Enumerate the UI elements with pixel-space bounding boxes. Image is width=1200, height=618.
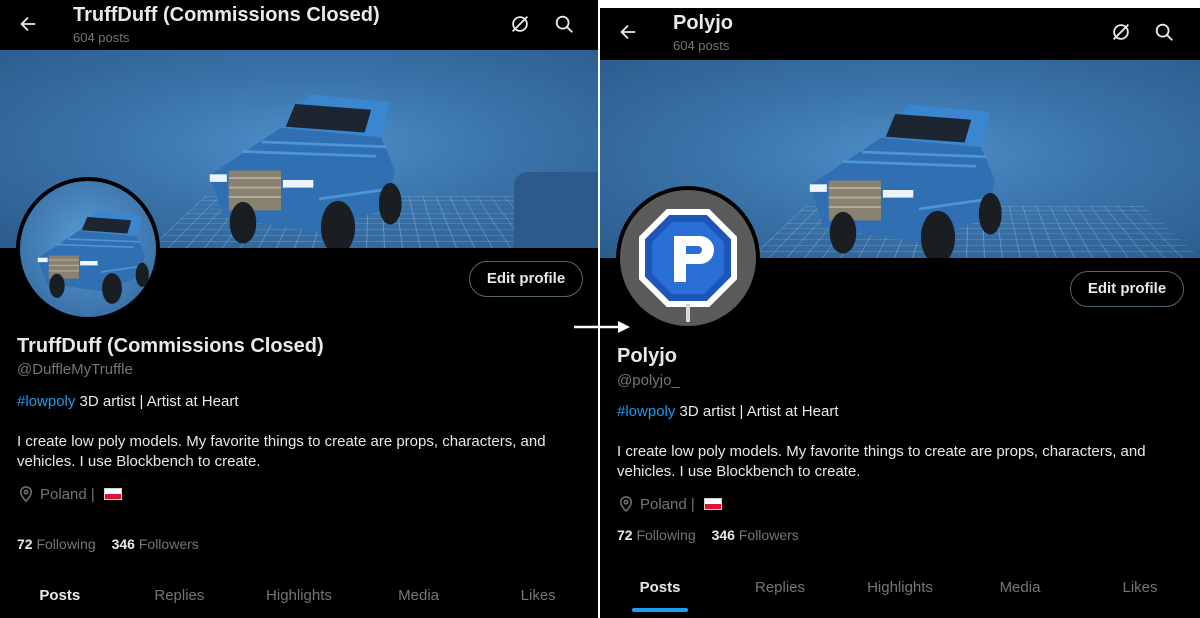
tab-highlights[interactable]: Highlights [840, 564, 960, 612]
follow-stats: 72 Following 346 Followers [17, 536, 199, 552]
followers-link[interactable]: 346 Followers [712, 527, 799, 543]
tagline-text: 3D artist | Artist at Heart [675, 403, 839, 420]
truck-avatar-image [36, 210, 150, 305]
tab-label: Posts [639, 579, 681, 596]
arrow-right-icon [574, 321, 630, 333]
tab-label: Media [999, 579, 1041, 596]
tab-media[interactable]: Media [359, 572, 479, 618]
following-link[interactable]: 72 Following [617, 527, 696, 543]
display-name: Polyjo [617, 345, 678, 367]
profile-tabs: Posts Replies Highlights Media Likes [600, 564, 1200, 612]
tab-replies[interactable]: Replies [720, 564, 840, 612]
avatar[interactable] [616, 186, 760, 330]
tab-media[interactable]: Media [960, 564, 1080, 612]
arrow-left-icon[interactable] [617, 21, 639, 43]
arrow-left-icon[interactable] [17, 13, 39, 35]
slashed-circle-icon[interactable] [1110, 21, 1132, 43]
bio: I create low poly models. My favorite th… [17, 433, 546, 470]
header-title: Polyjo [673, 12, 734, 34]
slashed-circle-icon[interactable] [509, 13, 531, 35]
followers-label: Followers [138, 536, 199, 552]
followers-count: 346 [111, 536, 135, 552]
following-link[interactable]: 72 Following [17, 536, 96, 552]
hashtag-link[interactable]: #lowpoly [617, 403, 675, 420]
following-label: Following [636, 527, 696, 543]
top-bar: TruffDuff (Commissions Closed) 604 posts [0, 0, 598, 50]
tab-posts[interactable]: Posts [600, 564, 720, 612]
tab-highlights[interactable]: Highlights [239, 572, 359, 618]
followers-count: 346 [711, 527, 735, 543]
tab-label: Media [398, 587, 439, 604]
poland-flag-icon [703, 498, 722, 510]
edit-profile-button[interactable]: Edit profile [1070, 271, 1184, 307]
following-count: 72 [617, 527, 633, 543]
following-count: 72 [17, 536, 33, 552]
following-label: Following [36, 536, 96, 552]
post-count: 604 posts [73, 30, 130, 45]
location-text: Poland | [640, 495, 695, 513]
tab-likes[interactable]: Likes [478, 572, 598, 618]
display-name: TruffDuff (Commissions Closed) [17, 335, 324, 357]
tab-label: Highlights [266, 587, 332, 604]
tab-label: Posts [39, 587, 81, 604]
post-count: 604 posts [673, 38, 730, 53]
tab-label: Likes [520, 587, 556, 604]
handle: @polyjo_ [617, 372, 680, 389]
location-pin-icon [619, 496, 633, 513]
tagline: #lowpoly 3D artist | Artist at Heart [17, 393, 239, 410]
active-tab-indicator [632, 608, 688, 612]
location: Poland | [617, 495, 722, 513]
location-pin-icon [19, 486, 33, 503]
bio: I create low poly models. My favorite th… [617, 443, 1146, 480]
tab-replies[interactable]: Replies [120, 572, 240, 618]
tagline-text: 3D artist | Artist at Heart [75, 393, 239, 410]
tab-likes[interactable]: Likes [1080, 564, 1200, 612]
location: Poland | [17, 485, 122, 503]
handle: @DuffleMyTruffle [17, 361, 133, 378]
tab-label: Highlights [867, 579, 933, 596]
tagline: #lowpoly 3D artist | Artist at Heart [617, 403, 839, 420]
polyjo-logo-image [639, 209, 737, 322]
top-bar: Polyjo 604 posts [600, 8, 1200, 58]
tab-label: Replies [754, 579, 806, 596]
location-text: Poland | [40, 485, 95, 503]
follow-stats: 72 Following 346 Followers [617, 527, 799, 543]
followers-label: Followers [738, 527, 799, 543]
profile-panel-after: Polyjo 604 posts Edit profile Polyjo @po… [600, 8, 1200, 618]
edit-profile-button[interactable]: Edit profile [469, 261, 583, 297]
tab-label: Likes [1122, 579, 1158, 596]
followers-link[interactable]: 346 Followers [112, 536, 199, 552]
header-title: TruffDuff (Commissions Closed) [73, 4, 380, 26]
poland-flag-icon [103, 488, 122, 500]
profile-tabs: Posts Replies Highlights Media Likes [0, 572, 598, 618]
search-icon[interactable] [553, 13, 575, 35]
hashtag-link[interactable]: #lowpoly [17, 393, 75, 410]
search-icon[interactable] [1153, 21, 1175, 43]
profile-panel-before: TruffDuff (Commissions Closed) 604 posts… [0, 0, 598, 618]
tab-label: Replies [154, 587, 205, 604]
avatar[interactable] [16, 177, 160, 321]
tab-posts[interactable]: Posts [0, 572, 120, 618]
